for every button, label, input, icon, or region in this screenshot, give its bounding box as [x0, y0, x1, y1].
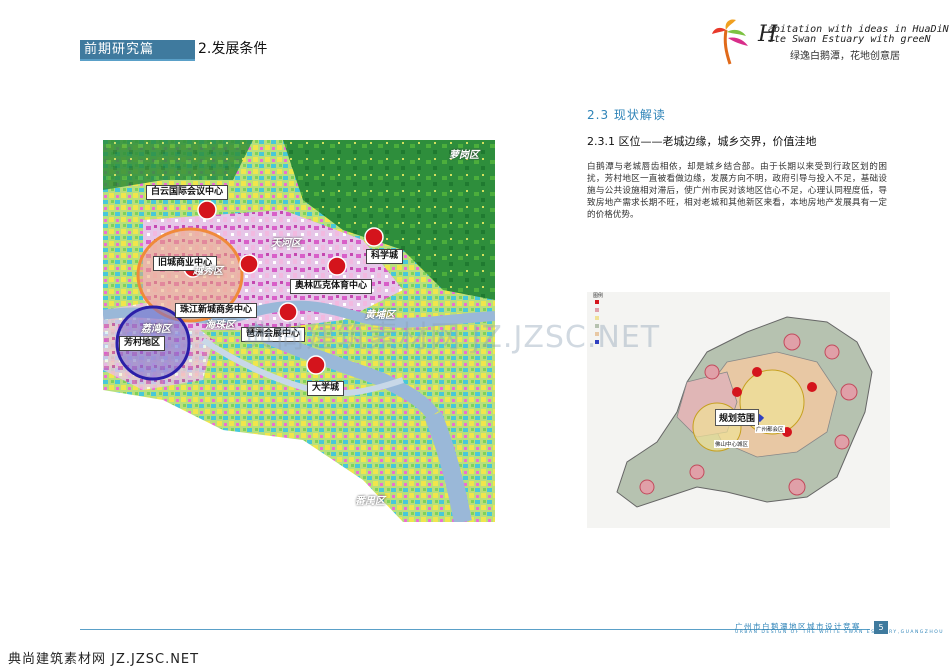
district-yuexiu: 越秀区	[193, 266, 223, 277]
district-haizhu: 海珠区	[205, 320, 235, 331]
metro-area-label: 广州都会区	[755, 425, 785, 433]
label-fangcun: 芳村地区	[119, 336, 166, 351]
district-liwan: 荔湾区	[141, 324, 171, 335]
watermark: 典尚建筑素材网 JZ.JZSC.NET	[244, 320, 661, 355]
header-divider	[80, 59, 195, 61]
section-subtitle: 2.发展条件	[198, 41, 268, 57]
district-luogang: 萝岗区	[449, 150, 479, 161]
source-credit: 典尚建筑素材网 JZ.JZSC.NET	[8, 652, 200, 667]
label-olympic: 奥林匹克体育中心	[290, 279, 373, 294]
page-number: 5	[874, 621, 888, 634]
brand-tagline-line2: ite Swan Estuary with greeN	[768, 34, 931, 45]
section-tab: 前期研究篇	[80, 40, 195, 59]
body-paragraph: 白鹅潭与老城唇齿相依，却是城乡结合部。由于长期以来受到行政区划的困扰，芳村地区一…	[587, 162, 887, 220]
plan-area-label: 规划范围	[715, 409, 760, 426]
brand-logo-icon	[712, 19, 748, 65]
brand-tagline-cn: 绿逸白鹅潭，花地创意居	[790, 51, 900, 62]
foshan-label: 佛山中心城区	[714, 440, 750, 448]
label-university: 大学城	[307, 381, 345, 396]
district-tianhe: 天河区	[271, 238, 301, 249]
label-baiyun: 白云国际会议中心	[146, 185, 229, 200]
district-panyu: 番禺区	[355, 496, 385, 507]
label-science: 科学城	[366, 249, 404, 264]
footer-subtitle: URBAN DESIGN OF THE WHITE SWAN ESTUARY,G…	[735, 630, 945, 635]
subsection-heading: 2.3.1 区位——老城边缘，城乡交界，价值洼地	[587, 135, 817, 148]
section-heading: 2.3 现状解读	[587, 108, 666, 122]
legend-title: 图例	[593, 293, 604, 299]
